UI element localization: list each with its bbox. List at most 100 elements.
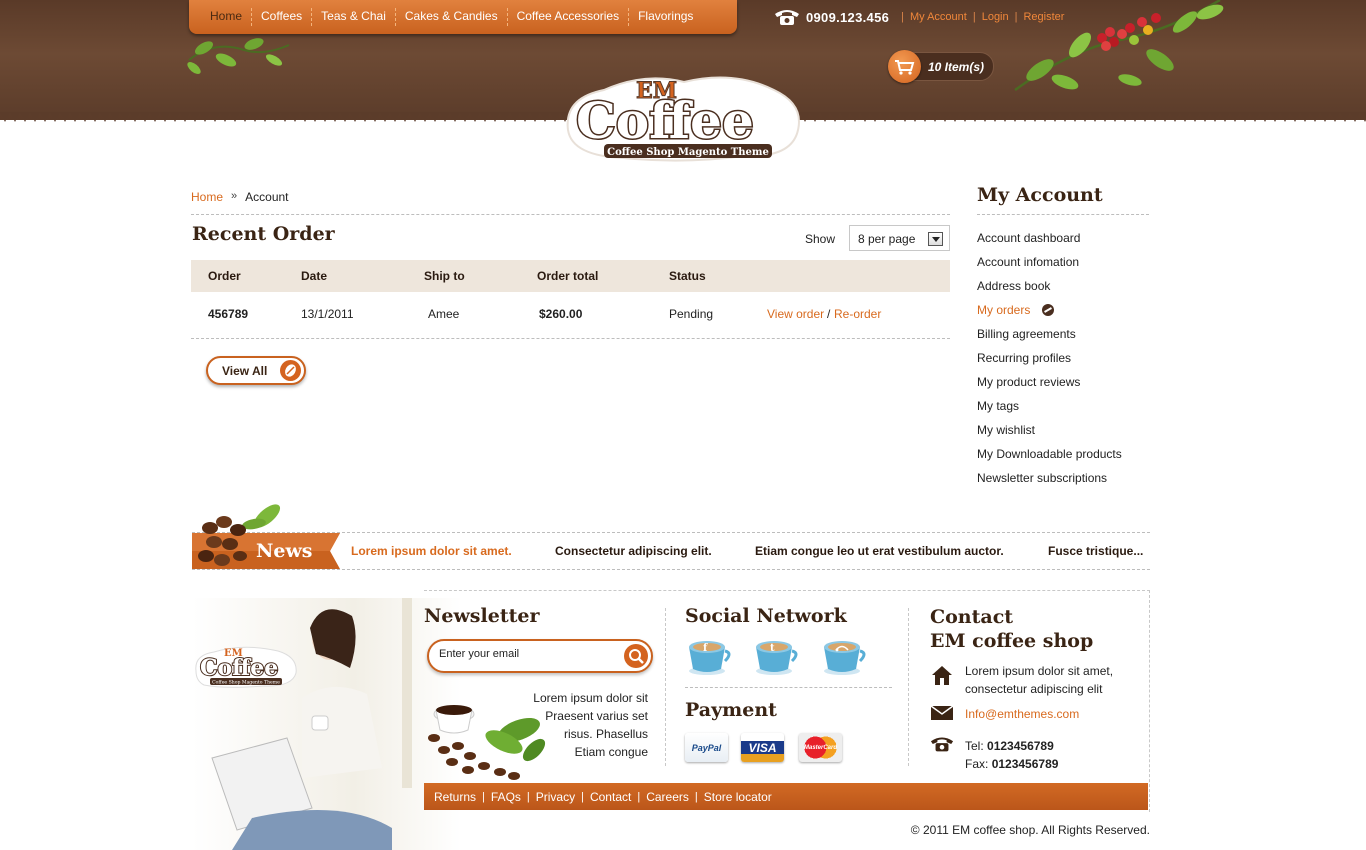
my-account-link[interactable]: My Account [910, 11, 967, 23]
column-header-order: Order [208, 269, 241, 283]
sidebar-item-label: My tags [977, 399, 1020, 413]
newsletter-title: Newsletter [424, 605, 540, 627]
table-header: Order Date Ship to Order total Status [191, 260, 950, 292]
breadcrumb-current: Account [245, 190, 289, 204]
svg-text:t: t [770, 643, 775, 654]
woman-with-laptop-image [192, 598, 462, 850]
footer-link-separator: | [694, 790, 698, 803]
sidebar-item-my-orders[interactable]: My orders [977, 298, 1122, 322]
news-item[interactable]: Etiam congue leo ut erat vestibulum auct… [755, 544, 1004, 558]
sidebar-item-label: Billing agreements [977, 327, 1076, 341]
sidebar-item-address-book[interactable]: Address book [977, 274, 1122, 298]
footer-link-separator: | [581, 790, 584, 803]
footer-link-faqs[interactable]: FAQs [491, 790, 521, 804]
link-separator: / [827, 307, 831, 321]
separator: | [901, 11, 904, 23]
column-header-order-total: Order total [537, 269, 599, 283]
sidebar-item-label: Newsletter subscriptions [977, 471, 1108, 485]
sidebar-item-newsletter-subscriptions[interactable]: Newsletter subscriptions [977, 466, 1122, 490]
view-order-link[interactable]: View order [767, 307, 824, 321]
sidebar-item-account-infomation[interactable]: Account infomation [977, 250, 1122, 274]
newsletter-text: Lorem ipsum dolor sit Praesent varius se… [520, 689, 648, 761]
tel-label: Tel: [965, 739, 984, 753]
coffee-bean-icon [280, 360, 301, 381]
nav-item-teas-chai[interactable]: Teas & Chai [312, 0, 395, 34]
divider [685, 687, 892, 688]
news-item[interactable]: Fusce tristique... [1048, 544, 1143, 558]
footer-link-separator: | [637, 790, 641, 803]
order-total: $260.00 [539, 307, 583, 321]
sidebar-item-my-downloadable-products[interactable]: My Downloadable products [977, 442, 1122, 466]
footer-link-contact[interactable]: Contact [590, 790, 631, 804]
footer-link-store-locator[interactable]: Store locator [704, 790, 772, 804]
divider [192, 569, 1150, 570]
nav-item-home[interactable]: Home [201, 0, 251, 34]
column-header-status: Status [669, 269, 706, 283]
twitter-icon[interactable]: t [752, 637, 800, 677]
order-ship-to: Amee [428, 307, 460, 321]
sidebar-item-account-dashboard[interactable]: Account dashboard [977, 226, 1122, 250]
newsletter-email-input[interactable] [439, 648, 617, 660]
nav-item-coffees[interactable]: Coffees [252, 0, 311, 34]
chevron-down-icon[interactable] [928, 232, 943, 246]
mastercard-icon: MasterCard [799, 733, 842, 762]
contact-email-link[interactable]: Info@emthemes.com [965, 707, 1079, 721]
footer-link-privacy[interactable]: Privacy [536, 790, 575, 804]
view-all-button[interactable]: View All [206, 356, 306, 385]
left-leaves-decoration [187, 38, 290, 74]
footer-link-separator: | [526, 790, 530, 803]
footer-link-returns[interactable]: Returns [434, 790, 476, 804]
nav-item-cakes-candies[interactable]: Cakes & Candies [396, 0, 507, 34]
order-date: 13/1/2011 [301, 307, 354, 321]
top-links: 0909.123.456 | My Account | Login | Regi… [774, 8, 1064, 26]
newsletter-text-line: risus. Phasellus [563, 727, 648, 741]
sidebar-item-recurring-profiles[interactable]: Recurring profiles [977, 346, 1122, 370]
em-coffee-logo[interactable]: EM Coffee Coffee Shop Magento Theme [564, 68, 802, 164]
sidebar-item-label: My Downloadable products [977, 447, 1122, 461]
column-header-date: Date [301, 269, 328, 283]
footer-link-separator: | [482, 790, 485, 803]
register-link[interactable]: Register [1023, 11, 1064, 23]
show-label: Show [805, 232, 836, 246]
search-icon[interactable] [624, 644, 648, 668]
account-menu: Account dashboard Account infomation Addre… [977, 226, 1122, 490]
sidebar-item-my-product-reviews[interactable]: My product reviews [977, 370, 1122, 394]
fax-label: Fax: [965, 757, 989, 771]
svg-text:f: f [703, 643, 708, 654]
divider [191, 338, 950, 339]
breadcrumb-home-link[interactable]: Home [191, 190, 223, 204]
paypal-label: PayPal [691, 742, 722, 753]
phone-number: 0909.123.456 [806, 9, 890, 25]
sidebar-item-billing-agreements[interactable]: Billing agreements [977, 322, 1122, 346]
nav-item-coffee-accessories[interactable]: Coffee Accessories [508, 0, 629, 34]
facebook-icon[interactable]: f [685, 637, 733, 677]
cart-icon[interactable] [888, 50, 921, 83]
logo-tagline: Coffee Shop Magento Theme [607, 147, 769, 158]
home-icon [932, 666, 952, 685]
per-page-select[interactable]: 8 per page [849, 225, 950, 251]
reorder-link[interactable]: Re-order [834, 307, 881, 321]
divider [191, 214, 950, 215]
social-network-title: Social Network [685, 605, 847, 627]
cart-summary[interactable]: 10 Item(s) [888, 50, 994, 83]
news-item[interactable]: Consectetur adipiscing elit. [555, 544, 712, 558]
sidebar-item-my-tags[interactable]: My tags [977, 394, 1122, 418]
main-navigation: Home Coffees Teas & Chai Cakes & Candies Cof… [189, 0, 737, 34]
sidebar-item-my-wishlist[interactable]: My wishlist [977, 418, 1122, 442]
newsletter-text-line: Praesent varius set [545, 709, 648, 723]
mail-icon [930, 705, 954, 720]
nav-item-flavorings[interactable]: Flavorings [629, 0, 702, 34]
breadcrumb-separator: » [231, 190, 238, 202]
footer-logo-tagline: Coffee Shop Magento Theme [212, 680, 280, 686]
footer-logo-coffee: Coffee [200, 655, 278, 681]
per-page-value: 8 per page [858, 232, 916, 246]
footer-link-careers[interactable]: Careers [646, 790, 689, 804]
visa-icon: VISA [741, 733, 784, 762]
login-link[interactable]: Login [982, 11, 1009, 23]
rss-icon[interactable] [820, 637, 868, 677]
sidebar-item-label: My wishlist [977, 423, 1036, 437]
copyright: © 2011 EM coffee shop. All Rights Reserv… [910, 823, 1150, 837]
cart-count[interactable]: 10 Item(s) [928, 60, 984, 74]
news-item[interactable]: Lorem ipsum dolor sit amet. [351, 544, 512, 558]
sidebar-item-label: Account infomation [977, 255, 1080, 269]
